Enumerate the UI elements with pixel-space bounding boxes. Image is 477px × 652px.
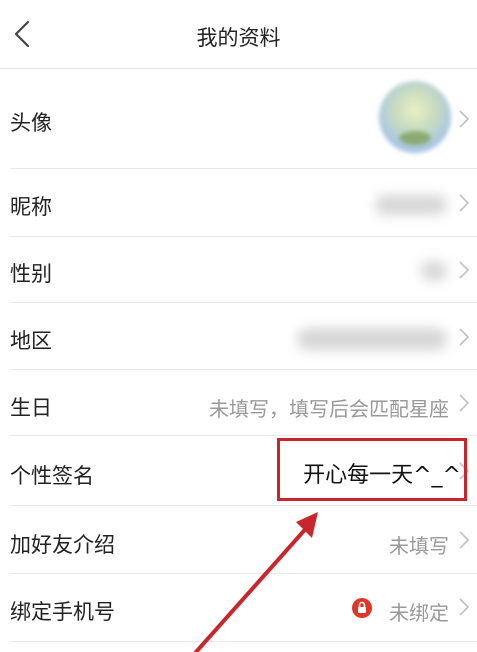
row-nickname[interactable]: 昵称 (0, 169, 477, 237)
highlight-box (277, 438, 467, 501)
avatar (379, 81, 451, 153)
chevron-right-icon (459, 110, 470, 128)
row-avatar[interactable]: 头像 (0, 69, 477, 169)
gender-label: 性别 (10, 262, 52, 286)
gender-value-blurred (421, 261, 447, 281)
region-value-blurred (297, 328, 447, 350)
page-title: 我的资料 (196, 26, 281, 50)
bind-phone-label: 绑定手机号 (10, 600, 115, 624)
bind-phone-value: 未绑定 (389, 601, 449, 625)
row-region[interactable]: 地区 (0, 303, 477, 370)
chevron-right-icon (459, 194, 470, 212)
chevron-right-icon (459, 531, 470, 549)
top-bar: 我的资料 (0, 0, 477, 69)
row-bind-phone[interactable]: 绑定手机号 未绑定 (0, 574, 477, 642)
friend-intro-label: 加好友介绍 (10, 533, 115, 557)
friend-intro-value: 未填写 (389, 534, 449, 558)
row-gender[interactable]: 性别 (0, 237, 477, 303)
nickname-value-blurred (375, 195, 447, 215)
chevron-right-icon (459, 394, 470, 412)
chevron-right-icon (459, 328, 470, 346)
chevron-right-icon (459, 261, 470, 279)
region-label: 地区 (10, 329, 52, 353)
birthday-label: 生日 (10, 396, 52, 420)
birthday-value: 未填写，填写后会匹配星座 (209, 397, 449, 421)
avatar-label: 头像 (10, 111, 52, 135)
row-birthday[interactable]: 生日 未填写，填写后会匹配星座 (0, 370, 477, 436)
chevron-right-icon (459, 598, 470, 616)
lock-icon (352, 598, 372, 618)
nickname-label: 昵称 (10, 195, 52, 219)
signature-label: 个性签名 (10, 464, 94, 488)
row-friend-intro[interactable]: 加好友介绍 未填写 (0, 506, 477, 574)
